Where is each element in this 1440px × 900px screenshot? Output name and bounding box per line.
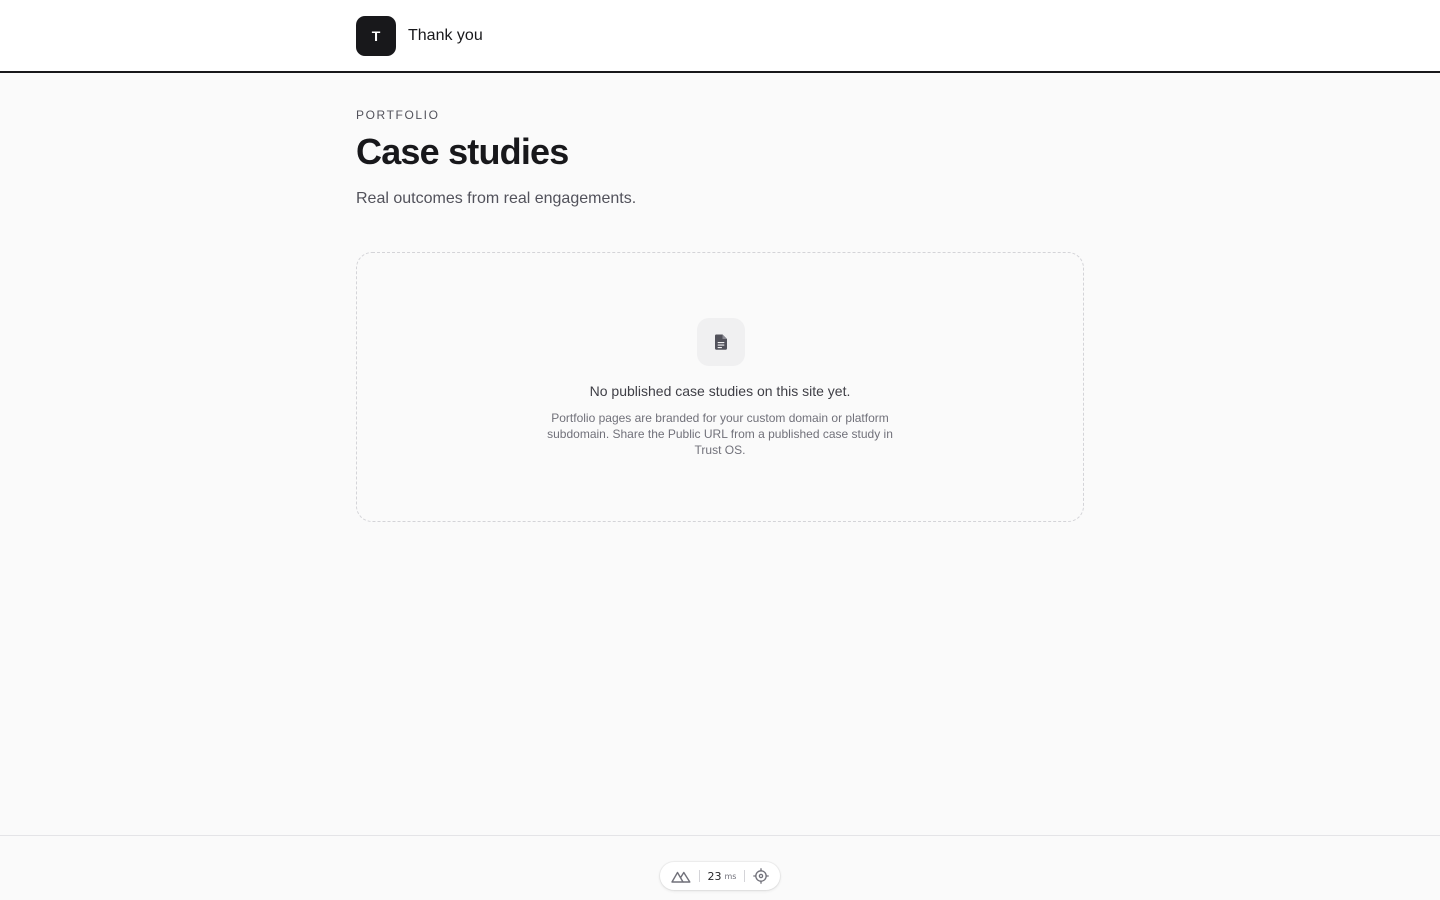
render-time-value: 23	[707, 869, 722, 883]
brand-logo-letter: T	[371, 28, 381, 44]
page-title: Case studies	[356, 131, 569, 172]
devbar-divider	[698, 870, 700, 882]
empty-state-card: No published case studies on this site y…	[356, 252, 1084, 522]
render-time-readout[interactable]: 23 ms	[708, 870, 737, 883]
brand-logo: T	[356, 16, 396, 56]
page-subtitle: Real outcomes from real engagements.	[356, 190, 637, 207]
devbar-divider	[744, 870, 746, 882]
page-footer: 23 ms	[0, 835, 1440, 900]
crosshair-icon[interactable]	[753, 868, 770, 884]
site-header: T Thank you	[0, 0, 1440, 73]
nuxt-logo-icon[interactable]	[670, 870, 691, 883]
site-name: Thank you	[408, 27, 483, 44]
render-time-unit: ms	[724, 871, 737, 881]
section-eyebrow: PORTFOLIO	[356, 108, 440, 122]
empty-state-title: No published case studies on this site y…	[589, 383, 851, 399]
document-icon	[697, 318, 745, 366]
empty-state-description: Portfolio pages are branded for your cus…	[547, 411, 893, 457]
devtools-bar: 23 ms	[660, 862, 780, 890]
brand-home-link[interactable]: T Thank you	[356, 16, 483, 56]
